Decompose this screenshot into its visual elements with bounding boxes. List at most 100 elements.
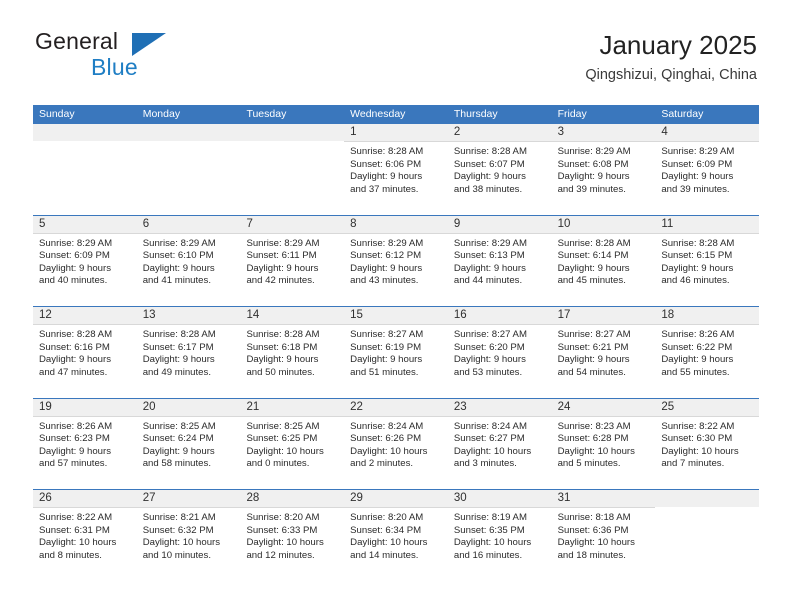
location-subtitle: Qingshizui, Qinghai, China [585, 67, 757, 83]
calendar-day-cell[interactable]: 12 Sunrise: 8:28 AM Sunset: 6:16 PM Dayligh… [33, 307, 137, 398]
calendar-day-cell[interactable]: 2 Sunrise: 8:28 AM Sunset: 6:07 PM Daylight… [447, 124, 552, 215]
sunrise-text: Sunrise: 8:28 AM [661, 237, 735, 249]
general-blue-logo: General Blue [35, 28, 255, 90]
day-details: Sunrise: 8:29 AM Sunset: 6:10 PM Daylight:… [137, 234, 241, 288]
calendar-day-cell[interactable]: 3 Sunrise: 8:29 AM Sunset: 6:08 PM Daylight… [551, 124, 656, 215]
day-details: Sunrise: 8:28 AM Sunset: 6:06 PM Daylight:… [344, 142, 448, 196]
calendar-day-cell[interactable]: 9 Sunrise: 8:29 AM Sunset: 6:13 PM Daylight… [447, 215, 552, 306]
sunrise-text: Sunrise: 8:22 AM [39, 512, 113, 523]
weekday-header-thursday: Thursday [453, 108, 498, 120]
title-block: January 2025 Qingshizui, Qinghai, China [585, 28, 757, 86]
daylight-text-line1: Daylight: 9 hours [557, 354, 630, 366]
calendar-day-cell[interactable]: 14 Sunrise: 8:28 AM Sunset: 6:18 PM Dayligh… [240, 307, 345, 398]
daylight-text-line2: and 58 minutes. [142, 458, 211, 470]
day-details: Sunrise: 8:26 AM Sunset: 6:23 PM Daylight:… [33, 417, 137, 471]
calendar-day-cell[interactable]: 28 Sunrise: 8:20 AM Sunset: 6:33 PM Dayligh… [240, 490, 345, 581]
calendar-day-cell-empty [33, 124, 137, 215]
day-number: 8 [350, 217, 357, 230]
day-details: Sunrise: 8:23 AM Sunset: 6:28 PM Daylight:… [552, 417, 656, 471]
day-details: Sunrise: 8:21 AM Sunset: 6:32 PM Daylight:… [137, 508, 241, 562]
calendar-day-cell[interactable]: 6 Sunrise: 8:29 AM Sunset: 6:10 PM Daylight… [136, 215, 241, 306]
daylight-text-line1: Daylight: 10 hours [350, 445, 428, 457]
day-number-band: 12 [33, 307, 137, 325]
sunrise-text: Sunrise: 8:27 AM [350, 329, 424, 340]
calendar-day-cell[interactable]: 26 Sunrise: 8:22 AM Sunset: 6:31 PM Dayligh… [33, 490, 137, 581]
day-details: Sunrise: 8:29 AM Sunset: 6:12 PM Daylight:… [344, 234, 448, 288]
calendar-page: General Blue January 2025 Qingshizui, Qi… [0, 0, 792, 612]
day-number: 18 [661, 309, 675, 321]
sunset-text: Sunset: 6:24 PM [142, 433, 214, 445]
daylight-text-line1: Daylight: 10 hours [557, 445, 635, 457]
sunrise-text: Sunrise: 8:25 AM [142, 420, 216, 432]
sunrise-text: Sunrise: 8:24 AM [350, 420, 424, 432]
sunrise-text: Sunrise: 8:22 AM [661, 420, 735, 432]
calendar-day-cell[interactable]: 31 Sunrise: 8:18 AM Sunset: 6:36 PM Dayligh… [551, 490, 656, 581]
daylight-text-line1: Daylight: 9 hours [661, 171, 734, 183]
day-number: 28 [246, 492, 260, 504]
daylight-text-line1: Daylight: 10 hours [453, 445, 532, 457]
day-number-band: 26 [33, 490, 137, 508]
calendar-day-cell[interactable]: 20 Sunrise: 8:25 AM Sunset: 6:24 PM Dayligh… [136, 398, 241, 489]
sunset-text: Sunset: 6:19 PM [350, 341, 422, 353]
calendar-day-cell[interactable]: 16 Sunrise: 8:27 AM Sunset: 6:20 PM Dayligh… [447, 307, 552, 398]
day-number: 16 [453, 309, 467, 321]
day-details: Sunrise: 8:22 AM Sunset: 6:31 PM Daylight:… [33, 508, 137, 562]
calendar-day-cell[interactable]: 23 Sunrise: 8:24 AM Sunset: 6:27 PM Dayligh… [447, 398, 552, 489]
daylight-text-line1: Daylight: 9 hours [350, 262, 423, 274]
day-number-band: 3 [551, 124, 656, 142]
calendar-day-cell[interactable]: 1 Sunrise: 8:28 AM Sunset: 6:06 PM Daylight… [344, 124, 448, 215]
sunset-text: Sunset: 6:09 PM [661, 158, 733, 170]
calendar-day-cell[interactable]: 21 Sunrise: 8:25 AM Sunset: 6:25 PM Dayligh… [240, 398, 345, 489]
day-number: 14 [246, 309, 260, 321]
day-details: Sunrise: 8:29 AM Sunset: 6:09 PM Daylight:… [33, 234, 137, 288]
calendar-day-cell[interactable]: 24 Sunrise: 8:23 AM Sunset: 6:28 PM Dayligh… [551, 398, 656, 489]
daylight-text-line1: Daylight: 9 hours [39, 354, 111, 366]
logo-triangle-icon [132, 33, 166, 56]
sunset-text: Sunset: 6:13 PM [453, 250, 525, 262]
day-details: Sunrise: 8:20 AM Sunset: 6:33 PM Daylight:… [240, 508, 344, 562]
sunrise-text: Sunrise: 8:29 AM [246, 237, 320, 249]
calendar-day-cell[interactable]: 15 Sunrise: 8:27 AM Sunset: 6:19 PM Dayligh… [344, 307, 448, 398]
daylight-text-line2: and 53 minutes. [453, 366, 523, 378]
sunset-text: Sunset: 6:34 PM [350, 524, 422, 536]
calendar-day-cell[interactable]: 19 Sunrise: 8:26 AM Sunset: 6:23 PM Dayligh… [33, 398, 137, 489]
calendar-day-cell[interactable]: 7 Sunrise: 8:29 AM Sunset: 6:11 PM Daylight… [240, 215, 345, 306]
calendar-day-cell[interactable]: 18 Sunrise: 8:26 AM Sunset: 6:22 PM Dayligh… [655, 307, 760, 398]
daylight-text-line2: and 38 minutes. [453, 183, 523, 195]
day-details: Sunrise: 8:26 AM Sunset: 6:22 PM Daylight:… [655, 325, 759, 379]
day-details: Sunrise: 8:20 AM Sunset: 6:34 PM Daylight:… [344, 508, 448, 562]
calendar-day-cell[interactable]: 11 Sunrise: 8:28 AM Sunset: 6:15 PM Dayligh… [655, 215, 760, 306]
calendar-day-cell[interactable]: 27 Sunrise: 8:21 AM Sunset: 6:32 PM Dayligh… [136, 490, 241, 581]
day-number-band: 9 [447, 215, 552, 234]
calendar-day-cell[interactable]: 22 Sunrise: 8:24 AM Sunset: 6:26 PM Dayligh… [344, 398, 448, 489]
sunrise-text: Sunrise: 8:19 AM [453, 512, 527, 523]
daylight-text-line1: Daylight: 9 hours [142, 262, 215, 274]
day-number: 7 [246, 217, 253, 230]
calendar-day-cell[interactable]: 10 Sunrise: 8:28 AM Sunset: 6:14 PM Dayligh… [551, 215, 656, 306]
daylight-text-line2: and 0 minutes. [246, 458, 310, 470]
calendar-day-cell[interactable]: 13 Sunrise: 8:28 AM Sunset: 6:17 PM Dayligh… [136, 307, 241, 398]
sunset-text: Sunset: 6:36 PM [557, 524, 629, 536]
calendar-day-cell[interactable]: 17 Sunrise: 8:27 AM Sunset: 6:21 PM Dayligh… [551, 307, 656, 398]
day-number: 11 [661, 217, 674, 230]
calendar-day-cell[interactable]: 30 Sunrise: 8:19 AM Sunset: 6:35 PM Dayligh… [447, 490, 552, 581]
day-number: 29 [350, 492, 363, 504]
sunset-text: Sunset: 6:17 PM [142, 341, 214, 353]
calendar-day-cell[interactable]: 4 Sunrise: 8:29 AM Sunset: 6:09 PM Daylight… [655, 124, 760, 215]
day-number: 23 [453, 400, 467, 413]
calendar-day-cell[interactable]: 8 Sunrise: 8:29 AM Sunset: 6:12 PM Daylight… [344, 215, 448, 306]
day-number-band: 25 [655, 398, 760, 417]
daylight-text-line1: Daylight: 10 hours [661, 445, 739, 457]
sunset-text: Sunset: 6:28 PM [557, 433, 629, 445]
sunset-text: Sunset: 6:25 PM [246, 433, 318, 445]
calendar-day-cell[interactable]: 5 Sunrise: 8:29 AM Sunset: 6:09 PM Daylight… [33, 215, 137, 306]
sunset-text: Sunset: 6:30 PM [661, 433, 733, 445]
daylight-text-line1: Daylight: 10 hours [557, 537, 635, 549]
calendar-day-cell[interactable]: 25 Sunrise: 8:22 AM Sunset: 6:30 PM Dayligh… [655, 398, 760, 489]
day-number: 27 [142, 492, 156, 504]
daylight-text-line2: and 57 minutes. [39, 458, 108, 470]
day-number-band: 5 [33, 215, 137, 234]
calendar-week-row: 19 Sunrise: 8:26 AM Sunset: 6:23 PM Dayligh… [33, 397, 760, 489]
calendar-day-cell[interactable]: 29 Sunrise: 8:20 AM Sunset: 6:34 PM Dayligh… [344, 490, 448, 581]
day-number-band: 22 [344, 398, 448, 417]
